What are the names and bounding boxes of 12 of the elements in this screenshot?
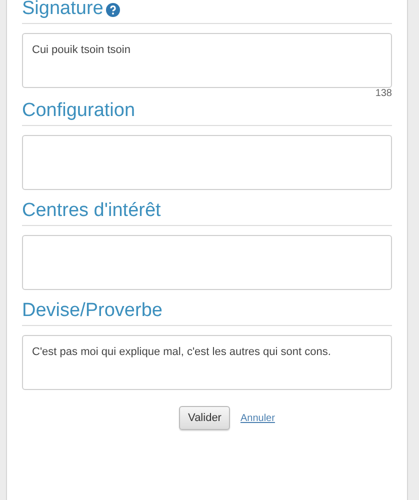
text-area[interactable]	[22, 235, 392, 290]
character-counter: 138	[375, 88, 392, 100]
section-title: Configuration	[22, 100, 136, 122]
section-title: Devise/Proverbe	[22, 300, 162, 322]
submit-button[interactable]: Valider	[179, 406, 230, 430]
section-title: Signature	[22, 0, 104, 20]
text-area[interactable]	[22, 135, 392, 190]
section-title: Centres d'intérêt	[22, 200, 161, 222]
help-icon[interactable]	[106, 3, 120, 17]
text-area[interactable]: Cui pouik tsoin tsoin	[22, 33, 392, 88]
cancel-link[interactable]: Annuler	[240, 412, 275, 424]
text-area[interactable]: C'est pas moi qui explique mal, c'est les autres qui sont cons.	[22, 335, 392, 390]
